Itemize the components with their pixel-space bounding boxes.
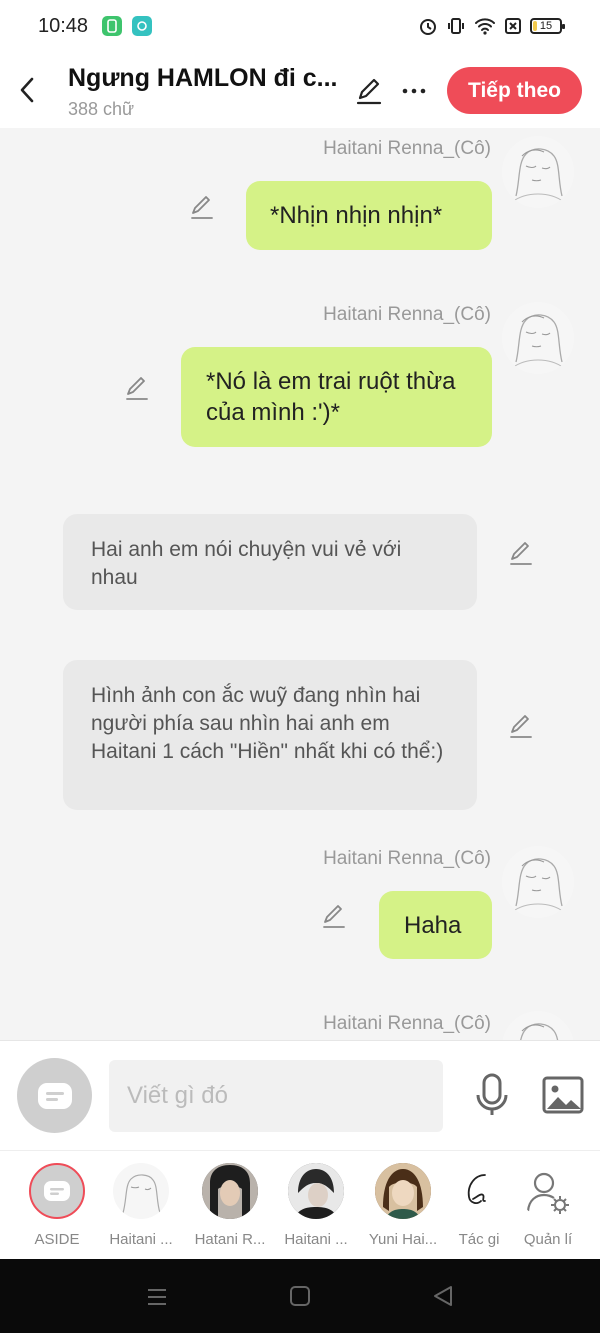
pencil-icon [356,78,382,105]
chat-area[interactable]: Haitani Renna_(Cô) *Nhịn nhịn nhịn* Hait… [0,128,600,1040]
status-time: 10:48 [38,14,89,37]
author-icon [451,1163,507,1219]
character-item[interactable]: Haitani ... [277,1163,355,1248]
message-bubble[interactable]: *Nhịn nhịn nhịn* [246,181,492,250]
edit-message-button[interactable] [188,193,216,221]
manage-user-icon [520,1163,576,1219]
insert-image-button[interactable] [542,1076,584,1119]
character-name: Haitani Renna_(Cô) [323,1013,491,1034]
pencil-icon [126,377,148,400]
word-count: 388 chữ [68,99,135,119]
more-icon [402,88,426,94]
voice-input-button[interactable] [473,1073,511,1124]
edit-narration-button[interactable] [507,539,535,567]
composer-bar [0,1040,600,1150]
character-name: Haitani Renna_(Cô) [323,304,491,325]
message-input[interactable] [109,1060,443,1132]
edit-message-button[interactable] [320,902,348,930]
home-icon[interactable] [289,1285,311,1307]
back-nav-icon[interactable] [431,1284,455,1308]
character-item[interactable]: Hatani R... [191,1163,269,1248]
next-button[interactable]: Tiếp theo [447,67,582,114]
alarm-icon [420,19,436,35]
back-button[interactable] [14,72,40,108]
character-avatar[interactable] [502,846,574,918]
message-bubble[interactable]: Haha [379,891,492,959]
character-avatar[interactable] [502,1011,574,1040]
aside-icon [29,1163,85,1219]
sketch-girl-avatar [113,1163,169,1219]
battery-icon: 15 [530,18,565,34]
app-notification-icon [132,16,153,36]
image-icon [542,1076,584,1114]
character-name: Haitani Renna_(Cô) [323,138,491,159]
edit-title-button[interactable] [354,76,384,111]
narration-bubble[interactable]: Hai anh em nói chuyện vui vẻ với nhau [63,514,477,610]
message-bubble[interactable]: *Nó là em trai ruột thừa của mình :')* [181,347,492,447]
vibrate-icon [448,18,464,34]
character-item-author[interactable]: Tác gi [440,1163,518,1248]
dark-hair-avatar [288,1163,344,1219]
system-navigation-bar [0,1259,600,1333]
character-name: Haitani Renna_(Cô) [323,848,491,869]
pencil-icon [510,715,532,738]
aside-toggle-button[interactable] [17,1058,92,1133]
story-title: Ngưng HAMLON đi c... [68,64,338,92]
manage-characters-button[interactable]: Quản lí [509,1163,587,1248]
no-sim-icon [505,18,521,34]
narration-bubble[interactable]: Hình ảnh con ắc wuỹ đang nhìn hai người … [63,660,477,810]
edit-message-button[interactable] [123,374,151,402]
character-bar: ASIDE Haitani ... Hatani R... Haitani ..… [0,1150,600,1259]
character-avatar[interactable] [502,302,574,374]
aside-icon [37,1082,72,1109]
character-item[interactable]: Yuni Hai... [364,1163,442,1248]
phone-app-icon [102,16,123,36]
microphone-icon [476,1073,508,1115]
character-item[interactable]: Haitani ... [102,1163,180,1248]
pencil-icon [323,905,345,928]
wifi-icon [475,18,495,35]
pencil-icon [191,196,213,219]
character-avatar[interactable] [502,136,574,208]
header: Ngưng HAMLON đi c... 388 chữ Tiếp theo [0,52,600,128]
character-item-aside[interactable]: ASIDE [18,1163,96,1248]
back-arrow-icon [20,77,34,103]
more-options-button[interactable] [401,76,427,111]
status-bar: 10:48 15 [0,0,600,52]
edit-narration-button[interactable] [507,712,535,740]
recent-apps-icon[interactable] [146,1286,168,1308]
pencil-icon [510,542,532,565]
brown-hair-avatar [375,1163,431,1219]
dark-hair-avatar [202,1163,258,1219]
